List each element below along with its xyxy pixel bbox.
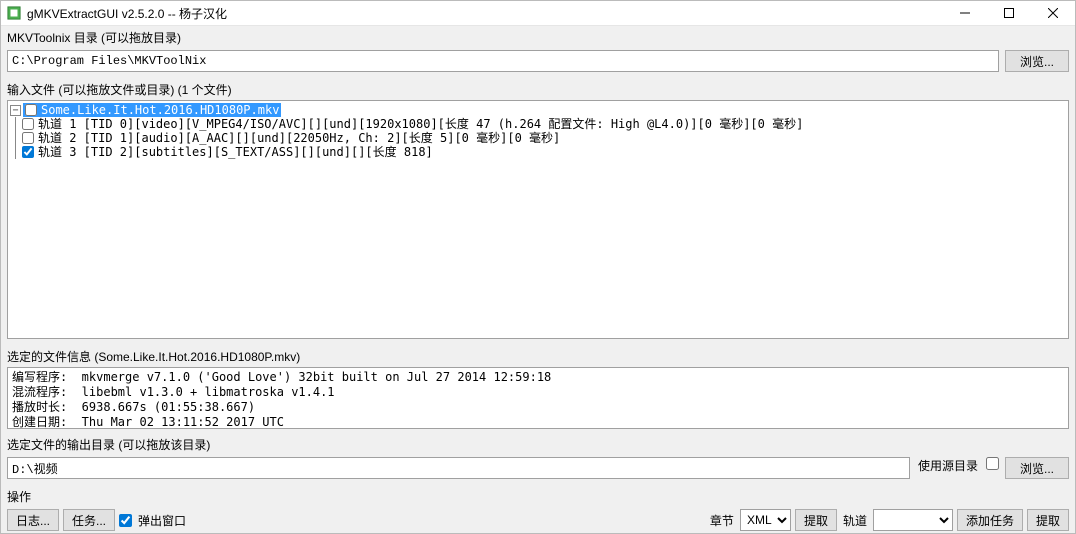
track-row[interactable]: 轨道 1 [TID 0][video][V_MPEG4/ISO/AVC][][u… <box>10 117 1066 131</box>
tree-branch-icon <box>15 131 16 145</box>
fileinfo-line: 编写程序: mkvmerge v7.1.0 ('Good Love') 32bi… <box>12 370 551 384</box>
track-row[interactable]: 轨道 2 [TID 1][audio][A_AAC][][und][22050H… <box>10 131 1066 145</box>
fileinfo-label: 选定的文件信息 (Some.Like.It.Hot.2016.HD1080P.m… <box>1 345 1075 367</box>
root-filename: Some.Like.It.Hot.2016.HD1080P.mkv <box>41 103 279 117</box>
popup-checkbox[interactable] <box>119 514 132 527</box>
mkvtoolnix-dir-input[interactable] <box>7 50 999 72</box>
popup-label: 弹出窗口 <box>136 512 188 529</box>
use-source-label: 使用源目录 <box>916 457 980 479</box>
app-window: gMKVExtractGUI v2.5.2.0 -- 杨子汉化 MKVTooln… <box>0 0 1076 534</box>
log-button[interactable]: 日志... <box>7 509 59 531</box>
output-dir-row: 使用源目录 浏览... <box>1 455 1075 485</box>
mkvtoolnix-browse-button[interactable]: 浏览... <box>1005 50 1069 72</box>
track-select[interactable] <box>873 509 953 531</box>
root-checkbox[interactable] <box>25 104 37 116</box>
extract-button[interactable]: 提取 <box>1027 509 1069 531</box>
collapse-icon[interactable]: − <box>10 105 21 116</box>
mkvtoolnix-dir-label: MKVToolnix 目录 (可以拖放目录) <box>1 26 1075 48</box>
tree-branch-icon <box>15 117 16 131</box>
chapter-format-select[interactable]: XML <box>740 509 791 531</box>
chapter-label: 章节 <box>708 512 736 529</box>
track-label: 轨道 <box>841 512 869 529</box>
tasks-button[interactable]: 任务... <box>63 509 115 531</box>
extract-chapter-button[interactable]: 提取 <box>795 509 837 531</box>
track-text: 轨道 1 [TID 0][video][V_MPEG4/ISO/AVC][][u… <box>38 117 803 131</box>
output-dir-input[interactable] <box>7 457 910 479</box>
input-files-label: 输入文件 (可以拖放文件或目录) (1 个文件) <box>1 78 1075 100</box>
maximize-button[interactable] <box>987 1 1031 25</box>
track-tree[interactable]: − Some.Like.It.Hot.2016.HD1080P.mkv 轨道 1… <box>7 100 1069 339</box>
track-checkbox[interactable] <box>22 118 34 130</box>
fileinfo-box[interactable]: 编写程序: mkvmerge v7.1.0 ('Good Love') 32bi… <box>7 367 1069 429</box>
use-source-checkbox[interactable] <box>986 457 999 470</box>
app-icon <box>7 6 21 20</box>
close-button[interactable] <box>1031 1 1075 25</box>
tree-branch-icon <box>15 145 16 159</box>
minimize-button[interactable] <box>943 1 987 25</box>
mkvtoolnix-dir-row: 浏览... <box>1 48 1075 78</box>
fileinfo-line: 创建日期: Thu Mar 02 13:11:52 2017 UTC <box>12 415 284 429</box>
window-controls <box>943 1 1075 25</box>
titlebar: gMKVExtractGUI v2.5.2.0 -- 杨子汉化 <box>1 1 1075 26</box>
output-dir-label: 选定文件的输出目录 (可以拖放该目录) <box>1 433 1075 455</box>
window-title: gMKVExtractGUI v2.5.2.0 -- 杨子汉化 <box>27 5 943 22</box>
track-row[interactable]: 轨道 3 [TID 2][subtitles][S_TEXT/ASS][][un… <box>10 145 1066 159</box>
track-text: 轨道 3 [TID 2][subtitles][S_TEXT/ASS][][un… <box>38 145 433 159</box>
output-browse-button[interactable]: 浏览... <box>1005 457 1069 479</box>
fileinfo-line: 混流程序: libebml v1.3.0 + libmatroska v1.4.… <box>12 385 335 399</box>
track-checkbox[interactable] <box>22 146 34 158</box>
actions-label: 操作 <box>1 485 1075 507</box>
actions-row: 日志... 任务... 弹出窗口 章节 XML 提取 轨道 添加任务 提取 <box>1 507 1075 533</box>
tree-root-row[interactable]: − Some.Like.It.Hot.2016.HD1080P.mkv <box>10 103 1066 117</box>
add-task-button[interactable]: 添加任务 <box>957 509 1023 531</box>
fileinfo-line: 播放时长: 6938.667s (01:55:38.667) <box>12 400 255 414</box>
track-checkbox[interactable] <box>22 132 34 144</box>
track-text: 轨道 2 [TID 1][audio][A_AAC][][und][22050H… <box>38 131 560 145</box>
